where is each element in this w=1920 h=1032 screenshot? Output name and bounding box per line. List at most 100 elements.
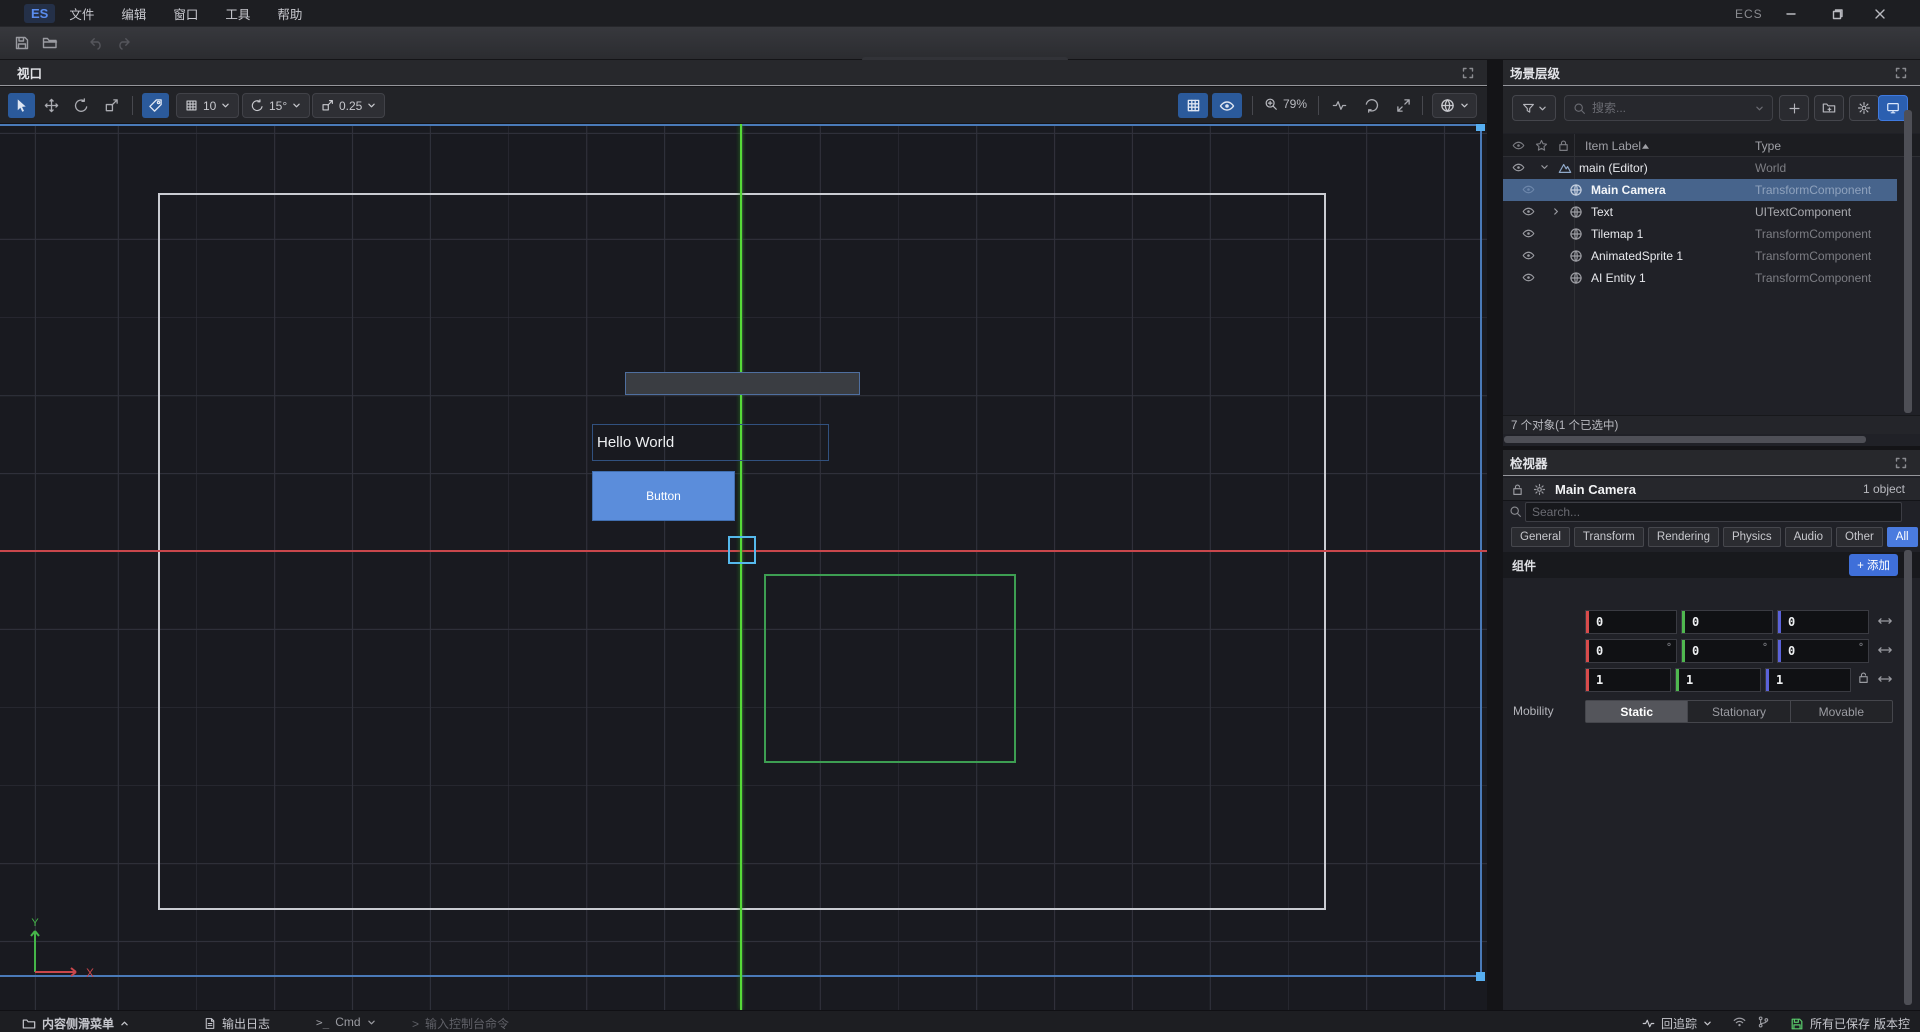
select-tool-button[interactable] — [8, 93, 35, 118]
scale-link-icon[interactable] — [1877, 673, 1893, 685]
tab-general[interactable]: General — [1511, 527, 1570, 547]
location-y-input[interactable]: 0 — [1681, 610, 1773, 634]
location-link-icon[interactable] — [1877, 615, 1893, 627]
tree-row-main-camera-selected[interactable]: Main Camera TransformComponent — [1503, 179, 1897, 201]
viewport-canvas[interactable]: Hello World Button Y X — [0, 124, 1487, 1010]
menu-window[interactable]: 窗口 — [160, 4, 211, 23]
visibility-eye-icon[interactable] — [1512, 161, 1525, 174]
scale-z-input[interactable]: 1 — [1765, 668, 1851, 692]
visibility-column-icon[interactable] — [1512, 139, 1525, 152]
undo-icon[interactable] — [88, 35, 104, 51]
scale-tool-button[interactable] — [98, 93, 125, 118]
viewport-expand-icon[interactable] — [1462, 67, 1474, 79]
rotation-z-input[interactable]: 0° — [1777, 639, 1869, 663]
mobility-movable[interactable]: Movable — [1791, 701, 1892, 722]
tree-row-label[interactable]: AnimatedSprite 1 — [1591, 249, 1683, 263]
maximize-button[interactable] — [1824, 4, 1852, 23]
rotation-x-input[interactable]: 0° — [1585, 639, 1677, 663]
console-command-input[interactable]: > 输入控制台命令 — [412, 1015, 509, 1032]
tree-row-label[interactable]: Main Camera — [1591, 183, 1666, 197]
scale-snap-dropdown[interactable]: 0.25 — [312, 93, 385, 118]
filter-dropdown-button[interactable] — [1512, 95, 1556, 121]
rotation-snap-dropdown[interactable]: 15° — [242, 93, 310, 118]
redo-icon[interactable] — [116, 35, 132, 51]
location-x-input[interactable]: 0 — [1585, 610, 1677, 634]
reset-view-button[interactable] — [1358, 93, 1385, 118]
scale-lock-icon[interactable] — [1857, 671, 1870, 684]
cmd-dropdown[interactable]: >_ Cmd — [316, 1015, 376, 1029]
rotate-tool-button[interactable] — [68, 93, 95, 118]
text-entity[interactable]: Hello World — [592, 424, 829, 461]
snap-tool-button[interactable] — [142, 93, 169, 118]
grid-snap-dropdown[interactable]: 10 — [176, 93, 239, 118]
open-folder-icon[interactable] — [42, 35, 58, 51]
object-lock-icon[interactable] — [1511, 483, 1524, 496]
tree-row-ai-entity[interactable]: AI Entity 1 TransformComponent — [1503, 267, 1903, 289]
expand-chevron-icon[interactable] — [1540, 164, 1549, 171]
rotation-link-icon[interactable] — [1877, 644, 1893, 656]
scale-x-input[interactable]: 1 — [1585, 668, 1671, 692]
hierarchy-search-input[interactable] — [1592, 101, 1749, 115]
menu-edit[interactable]: 编辑 — [108, 4, 159, 23]
favorite-column-icon[interactable] — [1535, 139, 1548, 152]
inspector-search[interactable] — [1525, 502, 1902, 522]
new-folder-button[interactable] — [1814, 95, 1844, 121]
show-gizmos-button[interactable] — [1212, 93, 1242, 118]
column-item-label[interactable]: Item Label — [1585, 139, 1641, 153]
camera-gizmo[interactable] — [728, 536, 756, 564]
app-logo[interactable]: ES — [24, 4, 55, 23]
close-button[interactable] — [1866, 4, 1894, 23]
menu-tools[interactable]: 工具 — [212, 4, 263, 23]
tab-transform[interactable]: Transform — [1574, 527, 1644, 547]
maximize-viewport-button[interactable] — [1390, 93, 1417, 118]
lock-column-icon[interactable] — [1557, 139, 1570, 152]
tab-audio[interactable]: Audio — [1785, 527, 1832, 547]
visibility-eye-icon[interactable] — [1522, 205, 1535, 218]
ui-canvas-handle-bottom[interactable] — [1476, 972, 1485, 981]
collapsed-chevron-icon[interactable] — [1553, 207, 1560, 216]
tab-all[interactable]: All — [1887, 527, 1918, 547]
move-tool-button[interactable] — [38, 93, 65, 118]
tree-row-label[interactable]: AI Entity 1 — [1591, 271, 1646, 285]
tab-other[interactable]: Other — [1836, 527, 1883, 547]
source-control-branch-icon[interactable] — [1757, 1015, 1770, 1029]
tree-row-tilemap[interactable]: Tilemap 1 TransformComponent — [1503, 223, 1903, 245]
visibility-eye-icon[interactable] — [1522, 227, 1535, 240]
sprite-entity[interactable] — [625, 372, 860, 395]
hierarchy-expand-icon[interactable] — [1895, 67, 1907, 79]
tab-rendering[interactable]: Rendering — [1648, 527, 1719, 547]
visibility-eye-icon[interactable] — [1522, 183, 1535, 196]
column-type[interactable]: Type — [1755, 139, 1781, 153]
hierarchy-search[interactable] — [1564, 95, 1773, 121]
menu-file[interactable]: 文件 — [56, 4, 107, 23]
visibility-eye-icon[interactable] — [1522, 249, 1535, 262]
hierarchy-settings-button[interactable] — [1849, 95, 1879, 121]
network-status-icon[interactable] — [1732, 1015, 1747, 1029]
viewport-world-dropdown[interactable] — [1432, 93, 1477, 118]
backtrace-dropdown[interactable]: 回追踪 — [1642, 1015, 1712, 1032]
ui-canvas-handle-top[interactable] — [1476, 124, 1485, 131]
add-component-button[interactable]: + 添加 — [1849, 554, 1898, 576]
hierarchy-hscrollbar[interactable] — [1504, 436, 1866, 443]
tree-row-text[interactable]: Text UITextComponent — [1503, 201, 1903, 223]
save-icon[interactable] — [14, 35, 30, 51]
menu-help[interactable]: 帮助 — [264, 4, 315, 23]
inspector-search-input[interactable] — [1532, 505, 1895, 519]
tree-row-label[interactable]: Tilemap 1 — [1591, 227, 1643, 241]
zoom-level-control[interactable]: 79% — [1264, 97, 1307, 111]
version-control-button[interactable]: 版本控制 — [1874, 1015, 1920, 1032]
location-z-input[interactable]: 0 — [1777, 610, 1869, 634]
mobility-stationary[interactable]: Stationary — [1688, 701, 1790, 722]
visibility-eye-icon[interactable] — [1522, 271, 1535, 284]
content-drawer-button[interactable]: 内容侧滑菜单 — [22, 1015, 129, 1032]
tree-row-main[interactable]: main (Editor) World — [1503, 157, 1903, 179]
output-log-button[interactable]: 输出日志 — [204, 1015, 270, 1032]
button-entity[interactable]: Button — [592, 471, 735, 521]
inspector-expand-icon[interactable] — [1895, 457, 1907, 469]
tree-row-label[interactable]: Text — [1591, 205, 1613, 219]
object-settings-icon[interactable] — [1533, 483, 1546, 496]
tree-row-label[interactable]: main (Editor) — [1579, 161, 1648, 175]
show-grid-button[interactable] — [1178, 93, 1208, 118]
mobility-static[interactable]: Static — [1586, 701, 1688, 722]
minimize-button[interactable] — [1777, 4, 1805, 23]
